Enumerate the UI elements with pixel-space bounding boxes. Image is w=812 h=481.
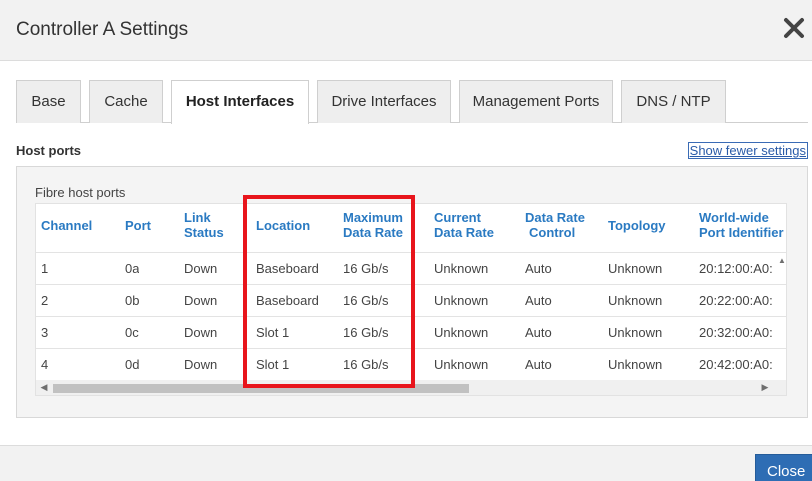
tab-management-ports[interactable]: Management Ports — [459, 80, 613, 123]
cell-data-rate-control: Auto — [525, 261, 552, 276]
cell-channel: 1 — [41, 261, 49, 276]
column-header-channel[interactable]: Channel — [41, 218, 92, 233]
host-ports-table: Channel Port Link Status Location Maximum… — [35, 203, 787, 396]
settings-dialog: Controller A Settings Base Cache Host In… — [0, 0, 812, 481]
cell-location: Slot 1 — [256, 325, 290, 340]
scroll-right-arrow-icon[interactable]: ▶ — [758, 381, 772, 394]
table-row[interactable]: 4 0d Down Slot 1 16 Gb/s Unknown Auto Un… — [36, 348, 786, 380]
tab-drive-interfaces[interactable]: Drive Interfaces — [317, 80, 451, 123]
dialog-footer: Close — [0, 445, 812, 481]
cell-port: 0d — [125, 357, 140, 372]
tab-base[interactable]: Base — [16, 80, 81, 123]
settings-tabs: Base Cache Host Interfaces Drive Interfa… — [16, 80, 808, 124]
cell-location: Slot 1 — [256, 357, 290, 372]
cell-port: 0a — [125, 261, 140, 276]
fibre-host-ports-label: Fibre host ports — [35, 185, 126, 200]
cell-current-data-rate: Unknown — [434, 357, 489, 372]
cell-channel: 4 — [41, 357, 49, 372]
column-header-port[interactable]: Port — [125, 218, 151, 233]
column-header-maximum-data-rate[interactable]: Maximum Data Rate — [343, 210, 403, 240]
cell-data-rate-control: Auto — [525, 293, 552, 308]
cell-current-data-rate: Unknown — [434, 261, 489, 276]
table-header-row: Channel Port Link Status Location Maximum… — [36, 204, 786, 250]
cell-port-identifier: 20:32:00:A0: — [699, 325, 773, 340]
close-icon[interactable] — [782, 14, 806, 42]
cell-location: Baseboard — [256, 261, 319, 276]
table-row[interactable]: 3 0c Down Slot 1 16 Gb/s Unknown Auto Un… — [36, 316, 786, 348]
cell-current-data-rate: Unknown — [434, 325, 489, 340]
scrollbar-thumb[interactable] — [53, 384, 469, 393]
cell-port: 0b — [125, 293, 140, 308]
column-header-current-data-rate[interactable]: Current Data Rate — [434, 210, 494, 240]
cell-link-status: Down — [184, 325, 218, 340]
table-row[interactable]: 1 0a Down Baseboard 16 Gb/s Unknown Auto… — [36, 252, 786, 284]
horizontal-scrollbar[interactable]: ◀ ▶ — [36, 380, 786, 395]
host-ports-heading: Host ports — [16, 143, 81, 158]
cell-data-rate-control: Auto — [525, 357, 552, 372]
cell-channel: 2 — [41, 293, 49, 308]
show-fewer-settings-link[interactable]: Show fewer settings — [687, 142, 808, 159]
close-button[interactable]: Close — [755, 454, 812, 481]
cell-topology: Unknown — [608, 261, 663, 276]
cell-channel: 3 — [41, 325, 49, 340]
cell-maximum-data-rate: 16 Gb/s — [343, 261, 389, 276]
tab-host-interfaces[interactable]: Host Interfaces — [171, 80, 309, 124]
cell-location: Baseboard — [256, 293, 319, 308]
cell-link-status: Down — [184, 261, 218, 276]
cell-maximum-data-rate: 16 Gb/s — [343, 357, 389, 372]
column-header-world-wide-port-identifier[interactable]: World-wide Port Identifier — [699, 210, 784, 240]
dialog-title: Controller A Settings — [16, 19, 189, 40]
column-header-data-rate-control[interactable]: Data Rate Control — [525, 210, 585, 240]
cell-port-identifier: 20:12:00:A0: — [699, 261, 773, 276]
cell-current-data-rate: Unknown — [434, 293, 489, 308]
cell-link-status: Down — [184, 357, 218, 372]
host-ports-panel: Fibre host ports Channel Port Link Status… — [16, 166, 808, 418]
column-header-location[interactable]: Location — [256, 218, 310, 233]
cell-topology: Unknown — [608, 293, 663, 308]
cell-link-status: Down — [184, 293, 218, 308]
cell-port-identifier: 20:42:00:A0: — [699, 357, 773, 372]
tab-dns-ntp[interactable]: DNS / NTP — [621, 80, 726, 123]
tab-cache[interactable]: Cache — [89, 80, 163, 123]
scroll-left-arrow-icon[interactable]: ◀ — [37, 381, 51, 394]
column-header-link-status[interactable]: Link Status — [184, 210, 224, 240]
column-header-topology[interactable]: Topology — [608, 218, 666, 233]
cell-topology: Unknown — [608, 357, 663, 372]
cell-maximum-data-rate: 16 Gb/s — [343, 325, 389, 340]
cell-data-rate-control: Auto — [525, 325, 552, 340]
cell-port-identifier: 20:22:00:A0: — [699, 293, 773, 308]
dialog-header: Controller A Settings — [0, 0, 812, 61]
table-row[interactable]: 2 0b Down Baseboard 16 Gb/s Unknown Auto… — [36, 284, 786, 316]
cell-topology: Unknown — [608, 325, 663, 340]
cell-port: 0c — [125, 325, 139, 340]
cell-maximum-data-rate: 16 Gb/s — [343, 293, 389, 308]
